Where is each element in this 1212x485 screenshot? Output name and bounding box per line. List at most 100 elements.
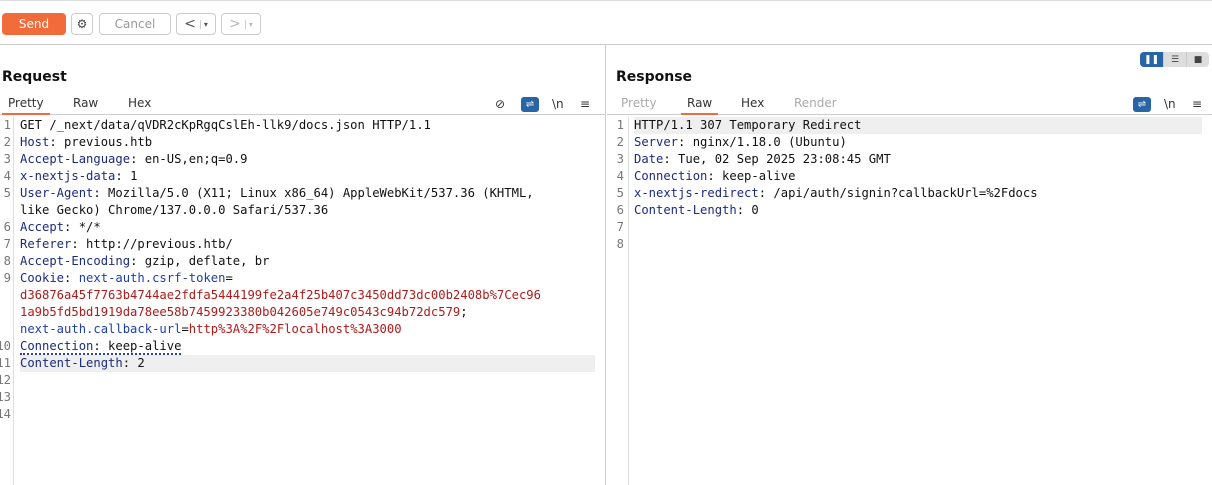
chevron-down-icon[interactable]: ▾ [244, 19, 253, 29]
request-editor[interactable]: 1 GET /_next/data/qVDR2cKpRgqCslEh-llk9/d… [0, 117, 605, 485]
token-v: : http://previous.htb/ [71, 237, 233, 251]
token-v: : [64, 271, 79, 285]
newline-icon[interactable]: \n [1164, 97, 1176, 111]
back-button[interactable]: < ▾ [176, 13, 216, 35]
code-line: 3 Date: Tue, 02 Sep 2025 23:08:45 GMT [607, 151, 1212, 168]
code-line: 4 Connection: keep-alive [607, 168, 1212, 185]
code-line: 9 Cookie: next-auth.csrf-token= [0, 270, 605, 287]
code-line: 5 x-nextjs-redirect: /api/auth/signin?cal… [607, 185, 1212, 202]
token-k: Content-Length [634, 203, 737, 217]
split-vertical-icon[interactable]: ☰ [1163, 52, 1186, 67]
menu-icon[interactable]: ≡ [1192, 97, 1202, 111]
code-text: x-nextjs-redirect: /api/auth/signin?call… [634, 185, 1202, 202]
newline-icon[interactable]: \n [552, 97, 564, 111]
token-v: ; [460, 305, 468, 319]
token-v: like Gecko) Chrome/137.0.0.0 Safari/537.… [20, 203, 329, 217]
line-number: 13 [0, 390, 11, 404]
code-line: 3 Accept-Language: en-US,en;q=0.9 [0, 151, 605, 168]
code-line: 8 Accept-Encoding: gzip, deflate, br [0, 253, 605, 270]
code-text: x-nextjs-data: 1 [20, 168, 595, 185]
code-text: Accept-Language: en-US,en;q=0.9 [20, 151, 595, 168]
token-v: : nginx/1.18.0 (Ubuntu) [678, 135, 847, 149]
wrap-icon[interactable]: ⇌ [1133, 97, 1151, 112]
wrap-icon[interactable]: ⇌ [521, 97, 539, 112]
token-cv: 1a9b5fd5bd1919da78ee58b7459923380b042605… [20, 305, 461, 319]
split-horizontal-icon[interactable]: ❚❚ [1140, 52, 1163, 67]
line-number: 12 [0, 373, 11, 387]
forward-label: > [229, 16, 241, 32]
tab-raw[interactable]: Raw [67, 96, 104, 115]
code-text: Date: Tue, 02 Sep 2025 23:08:45 GMT [634, 151, 1202, 168]
token-v: : en-US,en;q=0.9 [130, 152, 248, 166]
forward-button[interactable]: > ▾ [221, 13, 261, 35]
code-text: Content-Length: 2 [20, 355, 595, 372]
response-pane: ❚❚ ☰ ■ Response Pretty Raw Hex Render ⇌ … [607, 45, 1212, 485]
code-text: like Gecko) Chrome/137.0.0.0 Safari/537.… [20, 202, 595, 219]
code-line: 1 GET /_next/data/qVDR2cKpRgqCslEh-llk9/d… [0, 117, 605, 134]
gear-icon[interactable]: ⚙ [71, 13, 93, 35]
token-k: Host [20, 135, 50, 149]
single-pane-icon[interactable]: ■ [1186, 52, 1209, 67]
tab-pretty[interactable]: Pretty [615, 96, 663, 115]
code-text: Cookie: next-auth.csrf-token= [20, 270, 595, 287]
code-line: 5 User-Agent: Mozilla/5.0 (X11; Linux x86… [0, 185, 605, 202]
line-number: 2 [3, 135, 11, 149]
code-text: Host: previous.htb [20, 134, 595, 151]
line-number: 2 [616, 135, 624, 149]
code-line: 2 Server: nginx/1.18.0 (Ubuntu) [607, 134, 1212, 151]
token-v: : 0 [736, 203, 759, 217]
token-k: Server [634, 135, 679, 149]
code-text: Accept-Encoding: gzip, deflate, br [20, 253, 595, 270]
code-text: GET /_next/data/qVDR2cKpRgqCslEh-llk9/do… [20, 117, 595, 134]
token-v: = [225, 271, 233, 285]
cancel-button[interactable]: Cancel [99, 13, 171, 35]
code-line: like Gecko) Chrome/137.0.0.0 Safari/537.… [0, 202, 605, 219]
token-cn: next-auth.csrf-token [78, 271, 226, 285]
code-line: 8 [607, 236, 1212, 253]
line-number: 6 [616, 203, 624, 217]
code-text: Connection: keep-alive [20, 338, 595, 355]
code-line: 6 Content-Length: 0 [607, 202, 1212, 219]
hide-icon[interactable]: ⊘ [495, 97, 505, 111]
line-number: 8 [616, 237, 624, 251]
code-line: 1a9b5fd5bd1919da78ee58b7459923380b042605… [0, 304, 605, 321]
request-title: Request [2, 69, 67, 85]
code-text: Server: nginx/1.18.0 (Ubuntu) [634, 134, 1202, 151]
token-k: Accept-Encoding [20, 254, 131, 268]
token-k: Referer [20, 237, 72, 251]
token-v: HTTP/1.1 307 Temporary Redirect [634, 118, 862, 132]
line-number: 8 [3, 254, 11, 268]
line-number: 7 [3, 237, 11, 251]
token-v: : Mozilla/5.0 (X11; Linux x86_64) AppleW… [93, 186, 534, 200]
code-line: 14 [0, 406, 605, 423]
code-text: next-auth.callback-url=http%3A%2F%2Floca… [20, 321, 595, 338]
tab-hex[interactable]: Hex [735, 96, 770, 115]
line-number: 5 [616, 186, 624, 200]
token-v: GET /_next/data/qVDR2cKpRgqCslEh-llk9/do… [20, 118, 431, 132]
token-k: Date [634, 152, 664, 166]
token-v: : keep-alive [707, 169, 796, 183]
tab-hex[interactable]: Hex [122, 96, 157, 115]
send-button[interactable]: Send [2, 13, 66, 35]
line-number: 9 [3, 271, 11, 285]
code-text: Accept: */* [20, 219, 595, 236]
token-v: : gzip, deflate, br [130, 254, 270, 268]
code-text: 1a9b5fd5bd1919da78ee58b7459923380b042605… [20, 304, 595, 321]
line-number: 1 [616, 118, 624, 132]
token-cv: d36876a45f7763b4744ae2fdfa5444199fe2a4f2… [20, 288, 541, 302]
response-editor[interactable]: 1 HTTP/1.1 307 Temporary Redirect 2 Server:… [607, 117, 1212, 485]
token-k: User-Agent [20, 186, 94, 200]
tab-pretty[interactable]: Pretty [2, 96, 50, 115]
token-cn: next-auth.callback-url [20, 322, 182, 336]
code-line: next-auth.callback-url=http%3A%2F%2Floca… [0, 321, 605, 338]
menu-icon[interactable]: ≡ [580, 97, 590, 111]
line-number: 1 [3, 118, 11, 132]
token-k: x-nextjs-redirect [634, 186, 759, 200]
token-k: Cookie [20, 271, 65, 285]
tab-raw[interactable]: Raw [681, 96, 719, 115]
token-v: : Tue, 02 Sep 2025 23:08:45 GMT [663, 152, 891, 166]
chevron-down-icon[interactable]: ▾ [199, 19, 208, 29]
tab-render[interactable]: Render [788, 96, 843, 115]
code-line: 4 x-nextjs-data: 1 [0, 168, 605, 185]
code-line: 7 [607, 219, 1212, 236]
